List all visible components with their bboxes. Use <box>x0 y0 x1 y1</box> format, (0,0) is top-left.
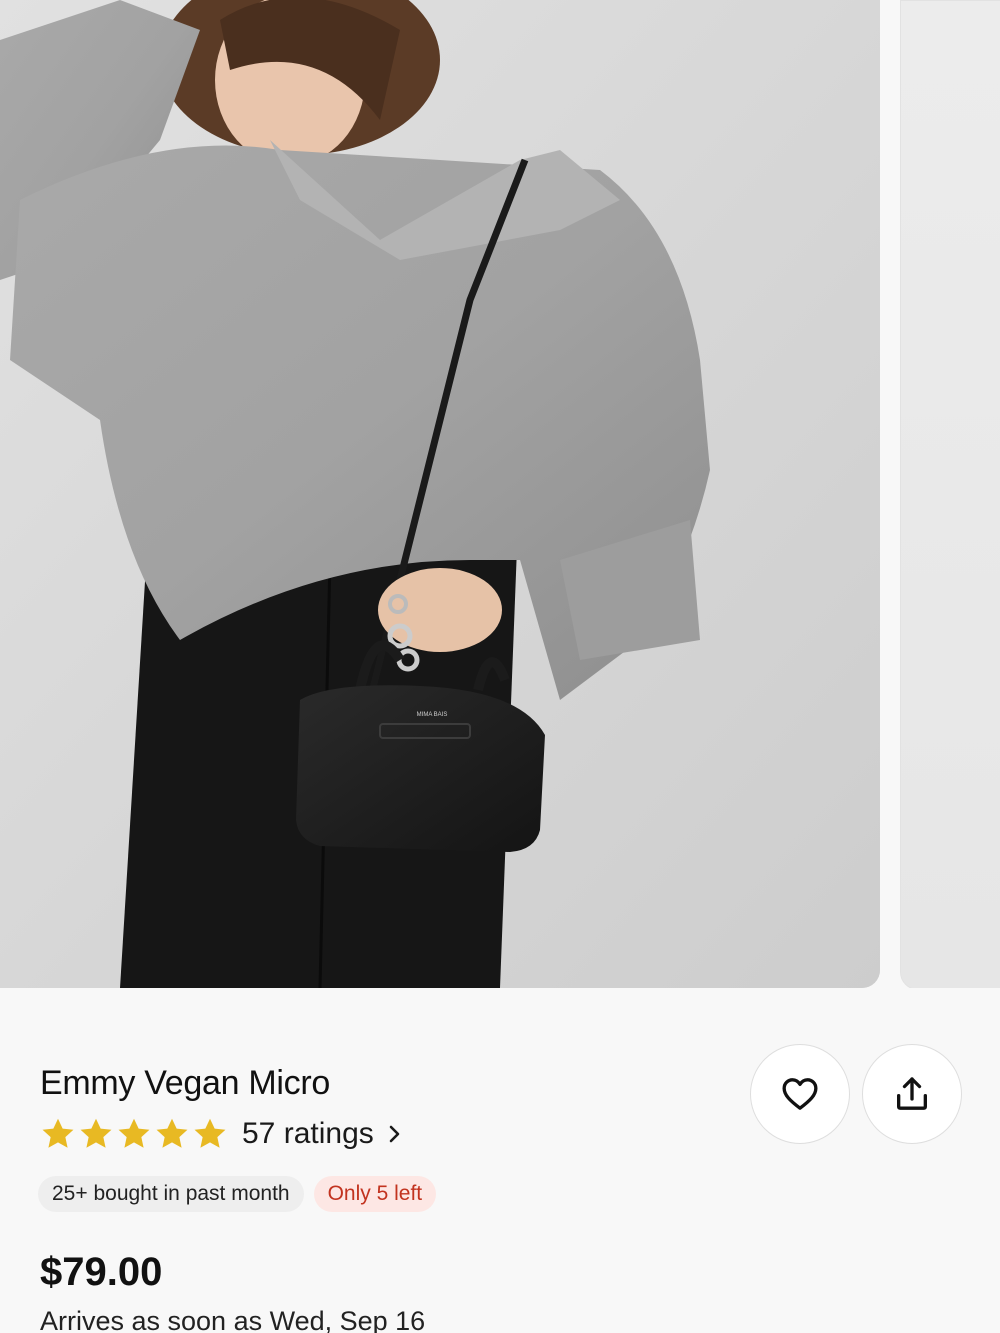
ratings-count: 57 ratings <box>242 1117 374 1150</box>
star-icon <box>42 1118 74 1148</box>
product-page: MIMA BAIS Emmy Vegan Micro 57 ratings 25… <box>0 0 1000 1333</box>
product-title: Emmy Vegan Micro <box>40 1064 330 1102</box>
share-upload-icon <box>897 1077 927 1110</box>
chevron-right-icon <box>389 1125 400 1143</box>
star-icon <box>118 1118 150 1148</box>
delivery-estimate: Arrives as soon as Wed, Sep 16 <box>40 1306 426 1333</box>
star-icon <box>194 1118 226 1148</box>
star-rating <box>40 1116 228 1152</box>
star-icon <box>80 1118 112 1148</box>
ratings-link[interactable]: 57 ratings <box>40 1114 404 1154</box>
image-carousel[interactable]: MIMA BAIS <box>0 0 1000 988</box>
low-stock-badge: Only 5 left <box>313 1176 437 1212</box>
product-photo-main[interactable]: MIMA BAIS <box>0 0 880 988</box>
heart-icon <box>782 1078 818 1110</box>
product-photo-next-peek[interactable] <box>900 0 1000 988</box>
star-icon <box>156 1118 188 1148</box>
model-with-bag-photo: MIMA BAIS <box>0 0 880 988</box>
product-info: Emmy Vegan Micro 57 ratings 25+ bought i… <box>0 988 1000 1333</box>
product-price: $79.00 <box>40 1250 163 1294</box>
bag-logo-text: MIMA BAIS <box>417 712 448 718</box>
product-badges: 25+ bought in past month Only 5 left <box>38 1176 437 1212</box>
popularity-badge: 25+ bought in past month <box>38 1176 304 1212</box>
favorite-button[interactable] <box>750 1044 850 1144</box>
share-button[interactable] <box>862 1044 962 1144</box>
